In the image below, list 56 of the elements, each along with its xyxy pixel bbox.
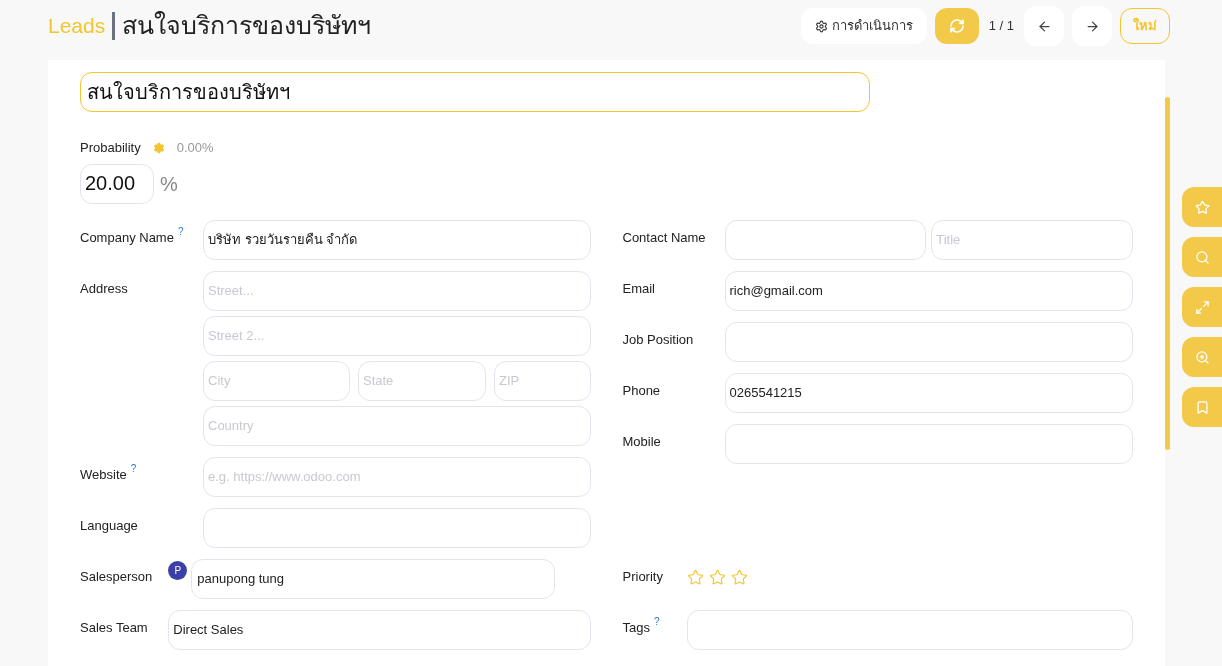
percent-unit: % bbox=[160, 171, 178, 197]
side-tool-button[interactable] bbox=[1182, 337, 1222, 377]
field-label: Email bbox=[622, 279, 655, 298]
input-field[interactable] bbox=[724, 321, 1133, 362]
star-icon[interactable] bbox=[730, 568, 748, 586]
field-label: Mobile bbox=[622, 432, 661, 451]
search-icon bbox=[1194, 249, 1210, 265]
input-field[interactable]: 0265541215 bbox=[724, 372, 1133, 413]
settings-icon bbox=[814, 19, 828, 33]
pager-counter: 1 / 1 bbox=[987, 17, 1015, 36]
field-label: Priority bbox=[622, 567, 663, 586]
input-field[interactable] bbox=[724, 219, 927, 260]
next-button[interactable] bbox=[1072, 6, 1112, 46]
gear-icon bbox=[152, 141, 165, 154]
refresh-icon bbox=[948, 18, 965, 34]
star-icon[interactable] bbox=[686, 568, 704, 586]
input-field[interactable] bbox=[686, 609, 1133, 650]
field-label: Tags bbox=[622, 618, 650, 637]
expand-icon bbox=[1194, 299, 1210, 315]
field-label: Language bbox=[80, 516, 138, 535]
input-field[interactable]: panupong tung bbox=[191, 558, 555, 599]
input-field[interactable]: rich@gmail.com bbox=[724, 270, 1133, 311]
right-arrow-icon bbox=[1084, 18, 1100, 34]
actions-button[interactable]: การดำเนินการ bbox=[800, 8, 927, 44]
scrollbar[interactable] bbox=[1165, 97, 1170, 450]
side-tool-button[interactable] bbox=[1182, 387, 1222, 427]
refresh-button[interactable] bbox=[934, 8, 979, 44]
automated-probability: 0.00% bbox=[176, 139, 214, 157]
input-field[interactable] bbox=[203, 507, 591, 548]
field-label: Website bbox=[80, 465, 127, 484]
bookmark-icon bbox=[1194, 399, 1210, 415]
field-label: Company Name bbox=[80, 228, 174, 247]
input-field[interactable]: บริษัท รวยวันรายคืน จำกัด bbox=[203, 219, 591, 260]
help-mark: ? bbox=[177, 224, 184, 239]
side-tool-button[interactable] bbox=[1182, 187, 1222, 227]
star-icon[interactable] bbox=[708, 568, 726, 586]
star-icon bbox=[1194, 199, 1210, 215]
avatar: P bbox=[168, 560, 188, 580]
zoom-in-icon bbox=[1194, 349, 1210, 365]
lead-name-field[interactable]: สนใจบริการของบริษัทฯ bbox=[80, 72, 870, 112]
probability-field[interactable]: 20.00 bbox=[80, 163, 154, 204]
help-mark: ? bbox=[653, 614, 660, 629]
field-label: Job Position bbox=[622, 330, 694, 349]
field-label: Address bbox=[80, 279, 128, 298]
input-field[interactable] bbox=[724, 423, 1133, 464]
field-label: Probability bbox=[80, 139, 141, 157]
side-tool-button[interactable] bbox=[1182, 287, 1222, 327]
field-label: Salesperson bbox=[80, 567, 153, 586]
input-field[interactable]: Direct Sales bbox=[168, 609, 591, 650]
side-tool-button[interactable] bbox=[1182, 237, 1222, 277]
field-label: Contact Name bbox=[622, 228, 706, 247]
page-title: สนใจบริการของบริษัทฯ bbox=[122, 10, 372, 42]
field-label: Phone bbox=[622, 381, 661, 400]
previous-button[interactable] bbox=[1024, 6, 1064, 46]
help-mark: ? bbox=[130, 461, 137, 476]
field-label: Sales Team bbox=[80, 618, 148, 637]
